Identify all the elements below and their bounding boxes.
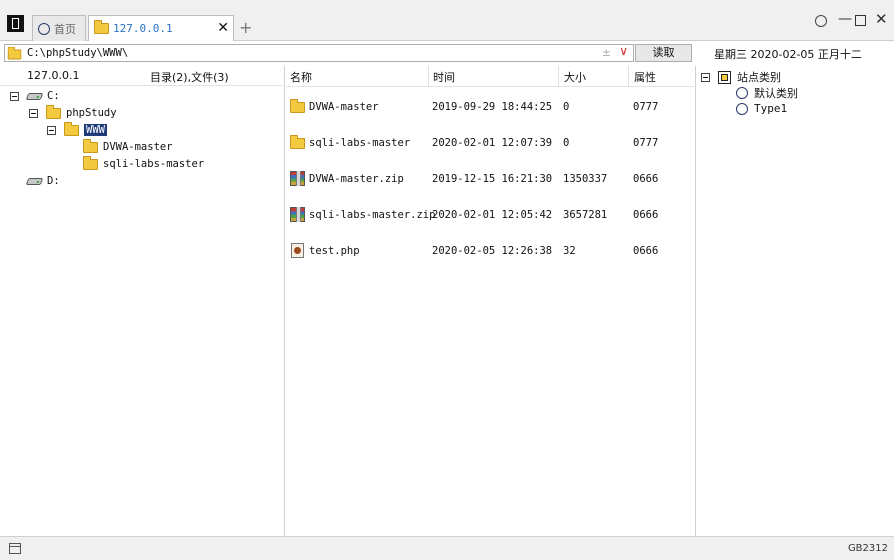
column-name[interactable]: 名称: [290, 69, 312, 87]
tree-item-label: D:: [47, 175, 60, 187]
circle-icon: [38, 22, 50, 35]
file-time: 2019-12-15 16:21:30: [432, 173, 553, 185]
tree-item-label: DVWA-master: [103, 141, 173, 153]
folder-icon: [83, 155, 98, 170]
column-size[interactable]: 大小: [564, 69, 586, 87]
tab-home[interactable]: 首页: [32, 15, 86, 41]
tree-item-dvwa-master[interactable]: DVWA-master: [83, 138, 173, 155]
tree-item-sqli-labs-master[interactable]: sqli-labs-master: [83, 155, 205, 172]
folder-icon: [7, 46, 22, 59]
tree-item-label: C:: [47, 90, 60, 102]
address-path[interactable]: C:\phpStudy\WWW\: [27, 47, 128, 59]
circle-icon: [736, 102, 748, 115]
encoding-label[interactable]: GB2312: [848, 543, 888, 554]
folder-icon: [83, 138, 98, 153]
tab-127-0-0-1[interactable]: 127.0.0.1 ✕: [88, 15, 234, 41]
file-time: 2020-02-05 12:26:38: [432, 245, 553, 257]
tree-item-type1[interactable]: Type1: [736, 102, 787, 115]
column-divider[interactable]: [558, 66, 559, 86]
file-row[interactable]: DVWA-master 2019-09-29 18:44:25 0 0777: [286, 99, 694, 117]
tree-item-www[interactable]: WWW: [47, 121, 107, 138]
maximize-icon[interactable]: [855, 15, 866, 26]
status-bar: GB2312: [0, 536, 894, 560]
php-file-icon: [291, 243, 304, 258]
app-logo-icon[interactable]: [7, 15, 24, 32]
column-time[interactable]: 时间: [433, 69, 455, 87]
tree-item-label: 站点类别: [737, 71, 781, 84]
tab-bar: 首页 127.0.0.1 ✕ + — ✕: [0, 0, 894, 41]
tree-header: 127.0.0.1 目录(2),文件(3): [0, 66, 285, 86]
close-tab-icon[interactable]: ✕: [217, 21, 229, 35]
address-input[interactable]: C:\phpStudy\WWW\ ± ∨: [4, 44, 634, 62]
tree-item-site-category[interactable]: 站点类别: [701, 69, 781, 85]
site-category-panel: 站点类别 默认类别 Type1: [695, 66, 894, 536]
plus-minus-icon[interactable]: ±: [602, 46, 611, 59]
tree-item-c-drive[interactable]: C:: [10, 88, 60, 104]
chevron-down-icon[interactable]: ∨: [619, 44, 628, 58]
zip-icon: [290, 171, 305, 186]
file-attr: 0777: [633, 101, 659, 113]
close-window-icon[interactable]: ✕: [875, 12, 888, 27]
file-time: 2020-02-01 12:07:39: [432, 137, 553, 149]
drive-icon: [25, 92, 44, 100]
file-size: 3657281: [563, 209, 608, 221]
host-label: 127.0.0.1: [27, 69, 80, 82]
folder-icon: [290, 99, 305, 113]
tree-item-label: 默认类别: [754, 87, 798, 100]
file-name: test.php: [309, 245, 360, 257]
date-display: 星期三 2020-02-05 正月十二: [714, 48, 862, 61]
file-row[interactable]: sqli-labs-master 2020-02-01 12:07:39 0 0…: [286, 135, 694, 153]
circle-icon: [736, 87, 748, 99]
tree-item-label: sqli-labs-master: [103, 158, 205, 170]
file-attr: 0666: [633, 173, 659, 185]
tab-active-label: 127.0.0.1: [113, 22, 173, 35]
file-attr: 0666: [633, 245, 659, 257]
file-name: sqli-labs-master.zip: [309, 209, 436, 221]
collapse-icon[interactable]: [47, 125, 56, 135]
file-list-panel: 名称 时间 大小 属性 DVWA-master 2019-09-29 18:44…: [286, 66, 694, 536]
folder-open-icon: [64, 121, 79, 136]
tree-item-default-category[interactable]: 默认类别: [736, 85, 798, 101]
column-divider[interactable]: [428, 66, 429, 86]
file-attr: 0666: [633, 209, 659, 221]
file-row[interactable]: DVWA-master.zip 2019-12-15 16:21:30 1350…: [286, 171, 694, 189]
file-size: 0: [563, 137, 570, 149]
column-divider[interactable]: [628, 66, 629, 86]
file-time: 2019-09-29 18:44:25: [432, 101, 553, 113]
add-tab-icon[interactable]: +: [239, 20, 252, 36]
folder-icon: [290, 135, 305, 149]
directory-tree-panel: 127.0.0.1 目录(2),文件(3) C: phpStudy WWW DV…: [0, 66, 285, 536]
file-size: 32: [563, 245, 576, 257]
settings-circle-icon[interactable]: [815, 15, 827, 27]
collapse-icon[interactable]: [701, 72, 710, 82]
file-name: sqli-labs-master: [309, 137, 411, 149]
file-row[interactable]: sqli-labs-master.zip 2020-02-01 12:05:42…: [286, 207, 694, 225]
collapse-icon[interactable]: [10, 91, 19, 101]
file-size: 0: [563, 101, 570, 113]
read-button[interactable]: 读取: [635, 44, 692, 62]
column-attr[interactable]: 属性: [634, 69, 656, 87]
folder-icon: [94, 20, 109, 34]
file-name: DVWA-master: [309, 101, 379, 113]
tree-item-label: phpStudy: [66, 107, 117, 119]
folder-icon: [46, 104, 61, 119]
collapse-icon[interactable]: [29, 108, 38, 118]
file-attr: 0777: [633, 137, 659, 149]
tree-item-label: WWW: [84, 124, 107, 136]
file-time: 2020-02-01 12:05:42: [432, 209, 553, 221]
tree-item-d-drive[interactable]: D:: [25, 173, 60, 189]
tree-item-label: Type1: [754, 102, 788, 115]
window-icon[interactable]: [9, 543, 21, 554]
minimize-icon[interactable]: —: [838, 12, 852, 26]
zip-icon: [290, 207, 305, 222]
file-list-header: 名称 时间 大小 属性: [286, 66, 694, 87]
site-category-icon: [718, 70, 731, 84]
file-row[interactable]: test.php 2020-02-05 12:26:38 32 0666: [286, 243, 694, 261]
tree-item-phpstudy[interactable]: phpStudy: [29, 104, 117, 121]
file-size: 1350337: [563, 173, 608, 185]
item-count: 目录(2),文件(3): [150, 71, 229, 84]
drive-icon: [25, 177, 44, 185]
file-name: DVWA-master.zip: [309, 173, 404, 185]
tab-home-label: 首页: [54, 22, 76, 36]
